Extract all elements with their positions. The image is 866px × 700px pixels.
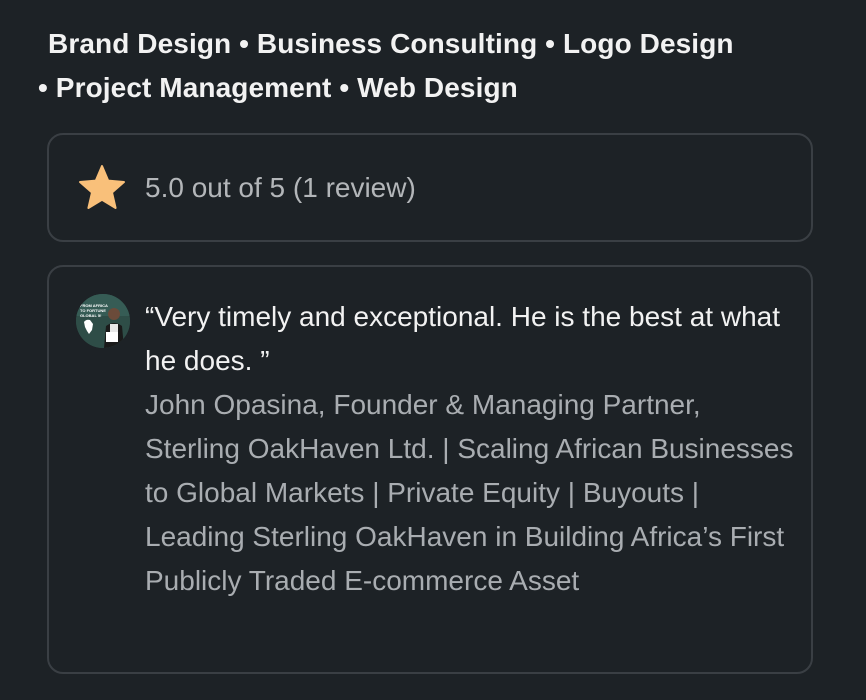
service-separator: • [331,72,358,103]
review-card: FROM AFRICA TO FORTUNE GLOBAL 5! “Very t… [47,265,813,674]
service-separator: • [537,28,563,59]
review-quote: “Very timely and exceptional. He is the … [145,301,780,376]
service-item: Project Management [55,72,332,103]
reviewer-details: John Opasina, Founder & Managing Partner… [145,389,794,596]
rating-summary: 5.0 out of 5 (1 review) [145,172,416,203]
avatar-image: FROM AFRICA TO FORTUNE GLOBAL 5! [76,294,130,348]
service-item: Web Design [357,72,518,103]
services-list: Brand Design • Business Consulting • Log… [38,22,838,110]
service-item: Logo Design [562,28,734,59]
service-item: Business Consulting [256,28,538,59]
service-item: Brand Design [48,28,232,59]
review-body: “Very timely and exceptional. He is the … [145,295,795,603]
reviewer-avatar[interactable]: FROM AFRICA TO FORTUNE GLOBAL 5! [76,294,130,348]
service-separator: • [231,28,257,59]
svg-text:GLOBAL 5!: GLOBAL 5! [80,313,101,318]
service-separator: • [38,72,56,103]
rating-card: 5.0 out of 5 (1 review) [47,133,813,242]
star-icon [79,165,125,209]
